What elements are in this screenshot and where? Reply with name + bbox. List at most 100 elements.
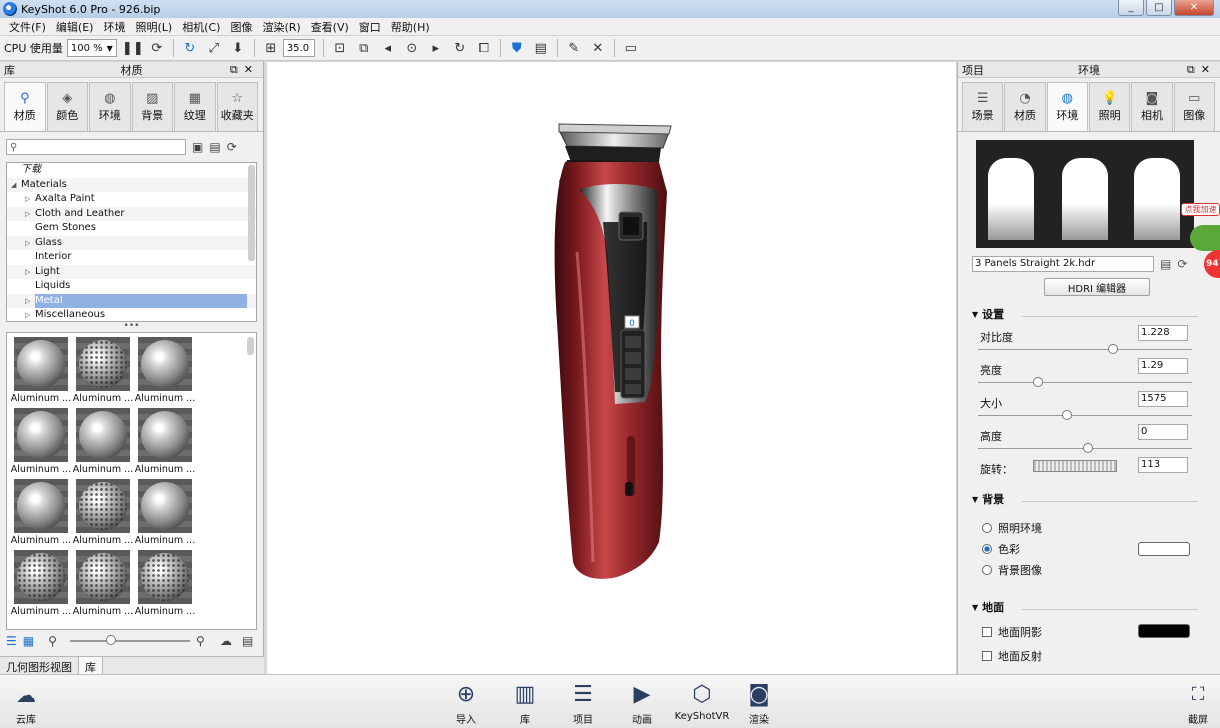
- grid-view-icon[interactable]: ▦: [23, 634, 34, 648]
- tab-backplates[interactable]: ▨ 背景: [131, 82, 173, 131]
- menu-file[interactable]: 文件(F): [4, 19, 51, 35]
- tree-item[interactable]: ▷ Glass: [7, 235, 256, 251]
- menu-render[interactable]: 渲染(R): [257, 19, 305, 35]
- setting-slider-track[interactable]: [978, 382, 1192, 383]
- tab-textures[interactable]: ▦ 纹理: [174, 82, 216, 131]
- tree-item[interactable]: Gem Stones: [7, 221, 256, 236]
- material-thumbnail[interactable]: Aluminum ...: [73, 550, 133, 617]
- tree-item[interactable]: Interior: [7, 250, 256, 265]
- menu-environment[interactable]: 环境: [98, 19, 130, 35]
- tree-item[interactable]: ◢ Materials: [7, 177, 256, 192]
- setting-value-input[interactable]: 1.228: [1138, 325, 1188, 341]
- minimize-button[interactable]: _: [1118, 0, 1144, 16]
- console-icon[interactable]: ▭: [621, 38, 641, 58]
- material-thumbnail[interactable]: Aluminum ...: [73, 408, 133, 475]
- hdri-preview[interactable]: [976, 140, 1194, 248]
- ground-reflection-row[interactable]: 地面反射: [982, 648, 1220, 664]
- rotation-input[interactable]: 113: [1138, 457, 1188, 473]
- tree-item[interactable]: ▷ Metal: [7, 293, 256, 309]
- refresh-icon[interactable]: ⟳: [227, 140, 237, 154]
- tree-item[interactable]: ▷ Miscellaneous: [7, 308, 256, 321]
- rotate-icon[interactable]: ↻: [450, 38, 470, 58]
- cpu-usage-dropdown[interactable]: 100 % ▼: [66, 39, 117, 57]
- menu-window[interactable]: 窗口: [354, 19, 386, 35]
- setting-slider-knob[interactable]: [1108, 344, 1119, 354]
- tab-lighting[interactable]: 💡 照明: [1088, 82, 1131, 131]
- thumbnail-scrollbar[interactable]: [247, 337, 254, 355]
- menu-camera[interactable]: 相机(C): [177, 19, 225, 35]
- radio-background-image[interactable]: 背景图像: [982, 563, 1220, 577]
- material-thumbnail[interactable]: Aluminum ...: [73, 337, 133, 404]
- fit-view-icon[interactable]: ⤢: [204, 38, 224, 58]
- menu-view[interactable]: 查看(V): [306, 19, 354, 35]
- tree-item[interactable]: Liquids: [7, 279, 256, 294]
- material-thumbnail[interactable]: Aluminum ...: [11, 550, 71, 617]
- checkbox[interactable]: [982, 627, 992, 637]
- paint-icon[interactable]: ✎: [564, 38, 584, 58]
- tab-scene[interactable]: ☰ 场景: [962, 82, 1004, 131]
- import-button[interactable]: ⊕ 导入: [444, 679, 488, 726]
- render-viewport[interactable]: 0: [267, 62, 956, 674]
- expand-arrow-icon[interactable]: ▷: [25, 294, 35, 309]
- radio-button[interactable]: [982, 544, 992, 554]
- menu-help[interactable]: 帮助(H): [386, 19, 435, 35]
- import-folder-icon[interactable]: ▤: [209, 140, 220, 154]
- material-thumbnail[interactable]: Aluminum ...: [11, 408, 71, 475]
- tree-item[interactable]: 下载: [7, 163, 256, 178]
- radio-lighting-env[interactable]: 照明环境: [982, 521, 1220, 535]
- animation-button[interactable]: ▶ 动画: [620, 679, 664, 726]
- shadow-color-swatch[interactable]: [1138, 624, 1190, 638]
- add-folder-icon[interactable]: ▣: [192, 140, 203, 154]
- material-thumbnail[interactable]: Aluminum ...: [135, 337, 195, 404]
- tree-scrollbar[interactable]: [248, 165, 255, 261]
- setting-slider-track[interactable]: [978, 349, 1192, 350]
- upload-cloud-icon[interactable]: ☁: [220, 634, 232, 648]
- tree-item[interactable]: ▷ Axalta Paint: [7, 192, 256, 207]
- tree-item[interactable]: ▷ Light: [7, 264, 256, 280]
- expand-arrow-icon[interactable]: ▷: [25, 207, 35, 222]
- tab-favorites[interactable]: ☆ 收藏夹: [216, 82, 258, 131]
- performance-mode-icon[interactable]: ⟳: [147, 38, 167, 58]
- drop-icon[interactable]: ⬇: [228, 38, 248, 58]
- tab-library[interactable]: 库: [79, 657, 103, 674]
- setting-value-input[interactable]: 0: [1138, 424, 1188, 440]
- tab-materials[interactable]: ⚲ 材质: [4, 82, 46, 131]
- tab-image[interactable]: ▭ 图像: [1173, 82, 1215, 131]
- material-thumbnail[interactable]: Aluminum ...: [135, 550, 195, 617]
- reset-view-icon[interactable]: ↻: [180, 38, 200, 58]
- background-section-header[interactable]: ▼ 背景: [972, 491, 1220, 507]
- splitter-handle[interactable]: •••: [0, 322, 263, 332]
- tab-environments[interactable]: ◍ 环境: [89, 82, 131, 131]
- list-view-icon[interactable]: ☰: [6, 634, 17, 648]
- keyshotvr-button[interactable]: ⬡ KeyShotVR: [675, 679, 730, 722]
- pause-icon[interactable]: ❚❚: [122, 38, 144, 58]
- tab-camera[interactable]: ◙ 相机: [1131, 82, 1173, 131]
- material-thumbnail[interactable]: Aluminum ...: [11, 337, 71, 404]
- camera-icon[interactable]: ⊙: [402, 38, 422, 58]
- radio-button[interactable]: [982, 565, 992, 575]
- copy-icon[interactable]: ⧠: [474, 38, 494, 58]
- ground-section-header[interactable]: ▼ 地面: [972, 599, 1220, 615]
- maximize-button[interactable]: □: [1146, 0, 1172, 16]
- tab-scene-tree[interactable]: 几何图形视图: [0, 657, 79, 674]
- background-color-swatch[interactable]: [1138, 542, 1190, 556]
- zoom-region-icon[interactable]: ⊡: [330, 38, 350, 58]
- panel-float-close-icons[interactable]: ⧉✕: [1187, 63, 1216, 77]
- project-button[interactable]: ☰ 项目: [561, 679, 605, 726]
- folder-icon[interactable]: ▤: [242, 634, 253, 648]
- focal-length-input[interactable]: 35.0: [282, 39, 315, 57]
- tab-material[interactable]: ◔ 材质: [1004, 82, 1046, 131]
- material-thumbnail[interactable]: Aluminum ...: [135, 479, 195, 546]
- thumbnail-size-knob[interactable]: [106, 635, 116, 645]
- expand-arrow-icon[interactable]: ▷: [25, 236, 35, 251]
- expand-arrow-icon[interactable]: ▷: [25, 308, 35, 321]
- region-select-icon[interactable]: ⧉: [354, 38, 374, 58]
- expand-arrow-icon[interactable]: ▷: [25, 265, 35, 280]
- shield-icon[interactable]: ⛊: [507, 38, 527, 58]
- thumbnail-size-slider[interactable]: [70, 640, 190, 642]
- checkbox[interactable]: [982, 651, 992, 661]
- material-thumbnail[interactable]: Aluminum ...: [135, 408, 195, 475]
- setting-slider-knob[interactable]: [1083, 443, 1093, 453]
- hdri-file-field[interactable]: 3 Panels Straight 2k.hdr: [972, 256, 1154, 272]
- menu-edit[interactable]: 编辑(E): [51, 19, 99, 35]
